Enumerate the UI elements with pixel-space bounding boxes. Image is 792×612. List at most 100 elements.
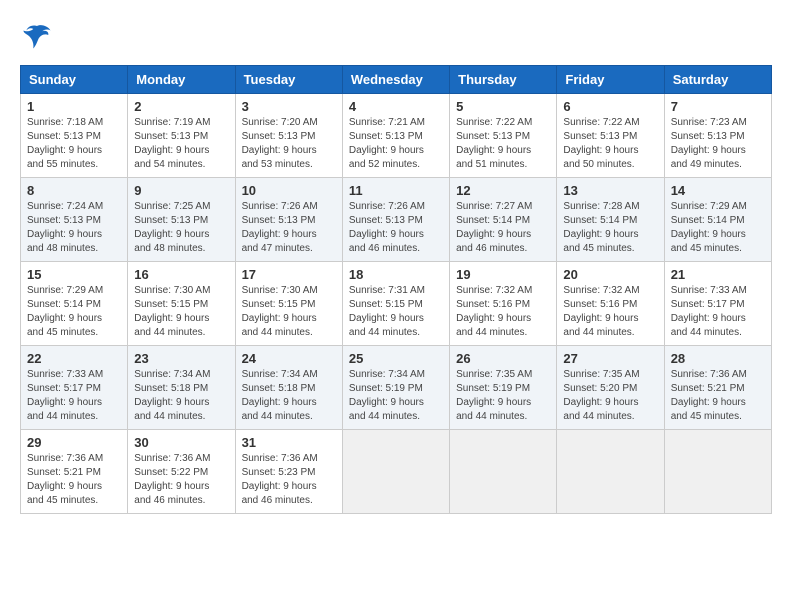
day-info: Sunrise: 7:34 AMSunset: 5:18 PMDaylight:… bbox=[242, 368, 336, 424]
day-info: Sunrise: 7:36 AMSunset: 5:21 PMDaylight:… bbox=[671, 368, 765, 424]
day-info: Sunrise: 7:18 AMSunset: 5:13 PMDaylight:… bbox=[27, 116, 121, 172]
day-info: Sunrise: 7:34 AMSunset: 5:19 PMDaylight:… bbox=[349, 368, 443, 424]
day-info: Sunrise: 7:36 AMSunset: 5:23 PMDaylight:… bbox=[242, 452, 336, 508]
day-info: Sunrise: 7:32 AMSunset: 5:16 PMDaylight:… bbox=[456, 284, 550, 340]
day-info: Sunrise: 7:30 AMSunset: 5:15 PMDaylight:… bbox=[242, 284, 336, 340]
day-info: Sunrise: 7:26 AMSunset: 5:13 PMDaylight:… bbox=[242, 200, 336, 256]
calendar-day-cell: 5 Sunrise: 7:22 AMSunset: 5:13 PMDaylight… bbox=[450, 94, 557, 178]
day-number: 2 bbox=[134, 99, 228, 114]
day-info: Sunrise: 7:22 AMSunset: 5:13 PMDaylight:… bbox=[456, 116, 550, 172]
day-info: Sunrise: 7:35 AMSunset: 5:20 PMDaylight:… bbox=[563, 368, 657, 424]
day-info: Sunrise: 7:19 AMSunset: 5:13 PMDaylight:… bbox=[134, 116, 228, 172]
day-number: 5 bbox=[456, 99, 550, 114]
calendar-day-cell: 19Sunrise: 7:32 AMSunset: 5:16 PMDayligh… bbox=[450, 262, 557, 346]
logo-icon bbox=[22, 20, 52, 50]
day-number: 29 bbox=[27, 435, 121, 450]
calendar-day-cell: 8 Sunrise: 7:24 AMSunset: 5:13 PMDaylight… bbox=[21, 178, 128, 262]
calendar-day-cell: 1 Sunrise: 7:18 AMSunset: 5:13 PMDaylight… bbox=[21, 94, 128, 178]
day-info: Sunrise: 7:36 AMSunset: 5:22 PMDaylight:… bbox=[134, 452, 228, 508]
calendar-day-cell: 29 Sunrise: 7:36 AMSunset: 5:21 PMDayligh… bbox=[21, 430, 128, 514]
day-info: Sunrise: 7:20 AMSunset: 5:13 PMDaylight:… bbox=[242, 116, 336, 172]
calendar-day-cell: 2 Sunrise: 7:19 AMSunset: 5:13 PMDaylight… bbox=[128, 94, 235, 178]
calendar-day-cell: 13 Sunrise: 7:28 AMSunset: 5:14 PMDayligh… bbox=[557, 178, 664, 262]
calendar-day-cell: 28Sunrise: 7:36 AMSunset: 5:21 PMDayligh… bbox=[664, 346, 771, 430]
calendar-day-cell: 16 Sunrise: 7:30 AMSunset: 5:15 PMDayligh… bbox=[128, 262, 235, 346]
day-info: Sunrise: 7:24 AMSunset: 5:13 PMDaylight:… bbox=[27, 200, 121, 256]
calendar-day-cell: 15Sunrise: 7:29 AMSunset: 5:14 PMDayligh… bbox=[21, 262, 128, 346]
calendar-day-cell: 18Sunrise: 7:31 AMSunset: 5:15 PMDayligh… bbox=[342, 262, 449, 346]
calendar-day-cell: 25 Sunrise: 7:34 AMSunset: 5:19 PMDayligh… bbox=[342, 346, 449, 430]
day-number: 13 bbox=[563, 183, 657, 198]
day-info: Sunrise: 7:28 AMSunset: 5:14 PMDaylight:… bbox=[563, 200, 657, 256]
calendar-day-cell: 7 Sunrise: 7:23 AMSunset: 5:13 PMDaylight… bbox=[664, 94, 771, 178]
calendar-day-cell: 26 Sunrise: 7:35 AMSunset: 5:19 PMDayligh… bbox=[450, 346, 557, 430]
day-info: Sunrise: 7:35 AMSunset: 5:19 PMDaylight:… bbox=[456, 368, 550, 424]
day-info: Sunrise: 7:33 AMSunset: 5:17 PMDaylight:… bbox=[671, 284, 765, 340]
calendar-day-cell: 10 Sunrise: 7:26 AMSunset: 5:13 PMDayligh… bbox=[235, 178, 342, 262]
weekday-header-wednesday: Wednesday bbox=[342, 66, 449, 94]
logo bbox=[20, 20, 52, 55]
calendar-day-cell: 27 Sunrise: 7:35 AMSunset: 5:20 PMDayligh… bbox=[557, 346, 664, 430]
day-info: Sunrise: 7:25 AMSunset: 5:13 PMDaylight:… bbox=[134, 200, 228, 256]
day-number: 10 bbox=[242, 183, 336, 198]
day-info: Sunrise: 7:36 AMSunset: 5:21 PMDaylight:… bbox=[27, 452, 121, 508]
day-number: 9 bbox=[134, 183, 228, 198]
calendar-empty-cell bbox=[557, 430, 664, 514]
weekday-header-row: SundayMondayTuesdayWednesdayThursdayFrid… bbox=[21, 66, 772, 94]
day-number: 25 bbox=[349, 351, 443, 366]
day-number: 20 bbox=[563, 267, 657, 282]
calendar-day-cell: 9 Sunrise: 7:25 AMSunset: 5:13 PMDaylight… bbox=[128, 178, 235, 262]
calendar-empty-cell bbox=[342, 430, 449, 514]
calendar-day-cell: 24 Sunrise: 7:34 AMSunset: 5:18 PMDayligh… bbox=[235, 346, 342, 430]
weekday-header-tuesday: Tuesday bbox=[235, 66, 342, 94]
calendar-empty-cell bbox=[450, 430, 557, 514]
day-number: 6 bbox=[563, 99, 657, 114]
calendar-day-cell: 12Sunrise: 7:27 AMSunset: 5:14 PMDayligh… bbox=[450, 178, 557, 262]
day-info: Sunrise: 7:30 AMSunset: 5:15 PMDaylight:… bbox=[134, 284, 228, 340]
calendar-day-cell: 23 Sunrise: 7:34 AMSunset: 5:18 PMDayligh… bbox=[128, 346, 235, 430]
day-info: Sunrise: 7:29 AMSunset: 5:14 PMDaylight:… bbox=[671, 200, 765, 256]
day-info: Sunrise: 7:31 AMSunset: 5:15 PMDaylight:… bbox=[349, 284, 443, 340]
day-info: Sunrise: 7:27 AMSunset: 5:14 PMDaylight:… bbox=[456, 200, 550, 256]
day-number: 7 bbox=[671, 99, 765, 114]
calendar-day-cell: 3 Sunrise: 7:20 AMSunset: 5:13 PMDaylight… bbox=[235, 94, 342, 178]
weekday-header-thursday: Thursday bbox=[450, 66, 557, 94]
day-info: Sunrise: 7:33 AMSunset: 5:17 PMDaylight:… bbox=[27, 368, 121, 424]
day-number: 16 bbox=[134, 267, 228, 282]
weekday-header-friday: Friday bbox=[557, 66, 664, 94]
day-number: 8 bbox=[27, 183, 121, 198]
calendar-day-cell: 21Sunrise: 7:33 AMSunset: 5:17 PMDayligh… bbox=[664, 262, 771, 346]
day-number: 3 bbox=[242, 99, 336, 114]
calendar-week-row: 22Sunrise: 7:33 AMSunset: 5:17 PMDayligh… bbox=[21, 346, 772, 430]
calendar-day-cell: 6 Sunrise: 7:22 AMSunset: 5:13 PMDaylight… bbox=[557, 94, 664, 178]
day-number: 26 bbox=[456, 351, 550, 366]
calendar-day-cell: 14Sunrise: 7:29 AMSunset: 5:14 PMDayligh… bbox=[664, 178, 771, 262]
day-number: 4 bbox=[349, 99, 443, 114]
weekday-header-sunday: Sunday bbox=[21, 66, 128, 94]
calendar-week-row: 1 Sunrise: 7:18 AMSunset: 5:13 PMDaylight… bbox=[21, 94, 772, 178]
day-info: Sunrise: 7:22 AMSunset: 5:13 PMDaylight:… bbox=[563, 116, 657, 172]
calendar-empty-cell bbox=[664, 430, 771, 514]
day-info: Sunrise: 7:23 AMSunset: 5:13 PMDaylight:… bbox=[671, 116, 765, 172]
day-info: Sunrise: 7:29 AMSunset: 5:14 PMDaylight:… bbox=[27, 284, 121, 340]
day-number: 11 bbox=[349, 183, 443, 198]
calendar-day-cell: 30Sunrise: 7:36 AMSunset: 5:22 PMDayligh… bbox=[128, 430, 235, 514]
day-number: 23 bbox=[134, 351, 228, 366]
day-info: Sunrise: 7:21 AMSunset: 5:13 PMDaylight:… bbox=[349, 116, 443, 172]
day-info: Sunrise: 7:34 AMSunset: 5:18 PMDaylight:… bbox=[134, 368, 228, 424]
day-info: Sunrise: 7:26 AMSunset: 5:13 PMDaylight:… bbox=[349, 200, 443, 256]
calendar-week-row: 8 Sunrise: 7:24 AMSunset: 5:13 PMDaylight… bbox=[21, 178, 772, 262]
day-number: 24 bbox=[242, 351, 336, 366]
page-header bbox=[20, 20, 772, 55]
calendar-week-row: 29 Sunrise: 7:36 AMSunset: 5:21 PMDayligh… bbox=[21, 430, 772, 514]
weekday-header-monday: Monday bbox=[128, 66, 235, 94]
day-number: 31 bbox=[242, 435, 336, 450]
day-info: Sunrise: 7:32 AMSunset: 5:16 PMDaylight:… bbox=[563, 284, 657, 340]
weekday-header-saturday: Saturday bbox=[664, 66, 771, 94]
calendar-day-cell: 4 Sunrise: 7:21 AMSunset: 5:13 PMDaylight… bbox=[342, 94, 449, 178]
calendar-day-cell: 20 Sunrise: 7:32 AMSunset: 5:16 PMDayligh… bbox=[557, 262, 664, 346]
day-number: 1 bbox=[27, 99, 121, 114]
day-number: 27 bbox=[563, 351, 657, 366]
calendar-day-cell: 22Sunrise: 7:33 AMSunset: 5:17 PMDayligh… bbox=[21, 346, 128, 430]
calendar-day-cell: 31 Sunrise: 7:36 AMSunset: 5:23 PMDayligh… bbox=[235, 430, 342, 514]
